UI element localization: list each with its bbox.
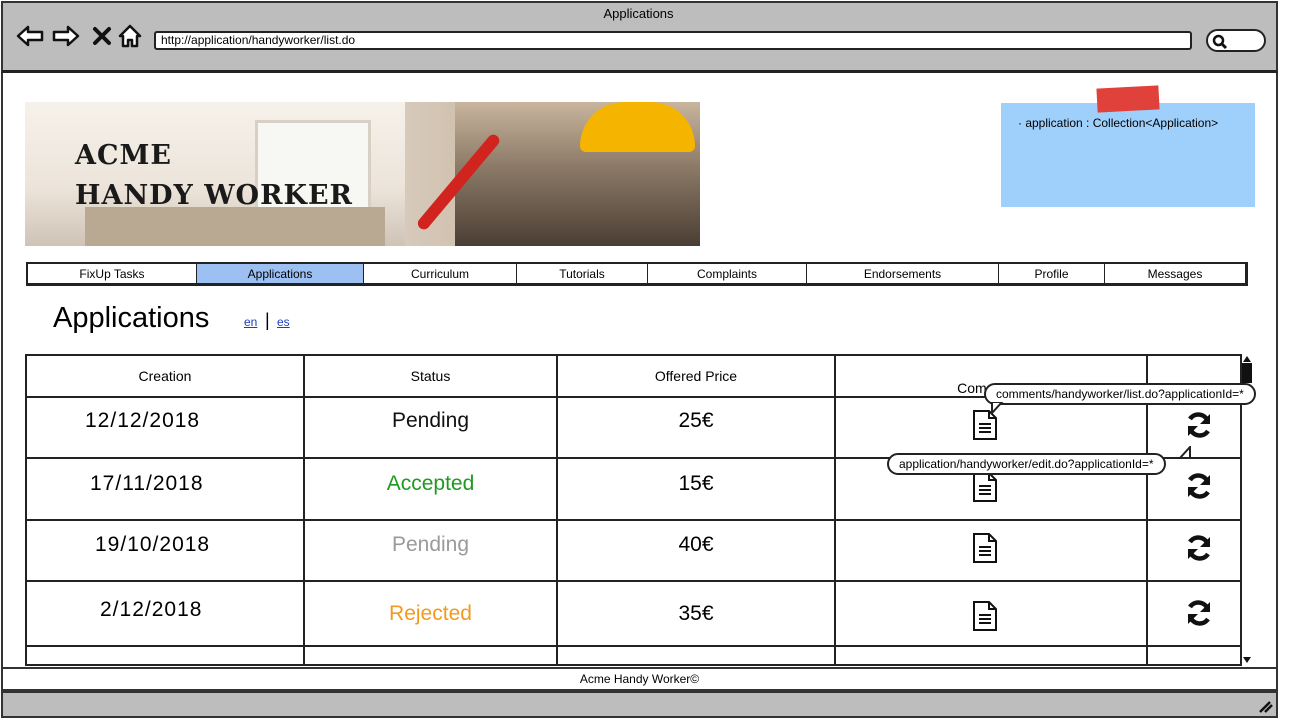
menu-item-complaints[interactable]: Complaints [648, 264, 807, 283]
scroll-down-icon[interactable] [1242, 656, 1252, 664]
row-2-price: 15€ [678, 472, 714, 495]
comments-link-tooltip: comments/handyworker/list.do?application… [984, 383, 1256, 405]
row-1-price: 25€ [678, 409, 714, 432]
row-3-creation: 19/10/2018 [95, 533, 211, 556]
tooltip-pointer [1178, 446, 1191, 458]
menu-item-endorsements[interactable]: Endorsements [807, 264, 999, 283]
banner-title-line2: HANDY WORKER [75, 180, 353, 211]
language-link-es[interactable]: es [277, 315, 290, 329]
language-separator: | [265, 310, 270, 330]
window-title: Applications [603, 6, 674, 21]
row-2-creation: 17/11/2018 [90, 472, 204, 495]
document-icon[interactable] [971, 471, 999, 503]
home-icon[interactable] [116, 22, 144, 50]
document-icon[interactable] [971, 532, 999, 564]
refresh-icon[interactable] [1184, 471, 1214, 501]
menu-item-curriculum[interactable]: Curriculum [364, 264, 517, 283]
row-4-creation: 2/12/2018 [100, 598, 203, 621]
refresh-icon[interactable] [1184, 533, 1214, 563]
status-bar [1, 691, 1278, 718]
column-header-status: Status [410, 368, 451, 384]
menu-item-messages[interactable]: Messages [1105, 264, 1245, 283]
main-menu: FixUp Tasks Applications Curriculum Tuto… [26, 262, 1248, 286]
tooltip-pointer [991, 402, 1004, 414]
menu-item-profile[interactable]: Profile [999, 264, 1105, 283]
menu-item-tutorials[interactable]: Tutorials [517, 264, 648, 283]
close-icon[interactable] [88, 22, 116, 50]
edit-link-tooltip: application/handyworker/edit.do?applicat… [887, 453, 1166, 475]
search-input[interactable] [1206, 29, 1266, 52]
back-arrow-icon[interactable] [16, 22, 44, 50]
row-1-status: Pending [391, 409, 470, 432]
footer: Acme Handy Worker© [1, 667, 1278, 691]
scrollbar-thumb[interactable] [1242, 363, 1252, 383]
address-bar[interactable]: http://application/handyworker/list.do [154, 31, 1192, 50]
row-2-status: Accepted [386, 472, 475, 495]
forward-arrow-icon[interactable] [52, 22, 80, 50]
refresh-icon[interactable] [1184, 598, 1214, 628]
scroll-up-icon[interactable] [1242, 355, 1252, 363]
menu-item-applications[interactable]: Applications [197, 264, 364, 283]
document-icon[interactable] [971, 600, 999, 632]
note-tape [1096, 85, 1160, 113]
banner-title-line1: ACME [75, 140, 172, 171]
page-title: Applications [53, 302, 210, 334]
search-icon [1212, 34, 1228, 50]
row-3-price: 40€ [678, 533, 714, 556]
sticky-note-text: · application : Collection<Application> [1018, 116, 1219, 130]
column-header-offered-price: Offered Price [654, 368, 738, 384]
banner-image: ACME HANDY WORKER [25, 102, 700, 246]
column-header-creation: Creation [138, 368, 192, 384]
language-link-en[interactable]: en [244, 315, 257, 329]
resize-grip-icon[interactable] [1256, 698, 1274, 714]
row-1-creation: 12/12/2018 [85, 409, 201, 432]
refresh-icon[interactable] [1184, 410, 1214, 440]
menu-item-fixup-tasks[interactable]: FixUp Tasks [28, 264, 197, 283]
row-3-status: Pending [391, 533, 470, 556]
row-4-status: Rejected [389, 602, 472, 625]
row-4-price: 35€ [678, 602, 714, 625]
